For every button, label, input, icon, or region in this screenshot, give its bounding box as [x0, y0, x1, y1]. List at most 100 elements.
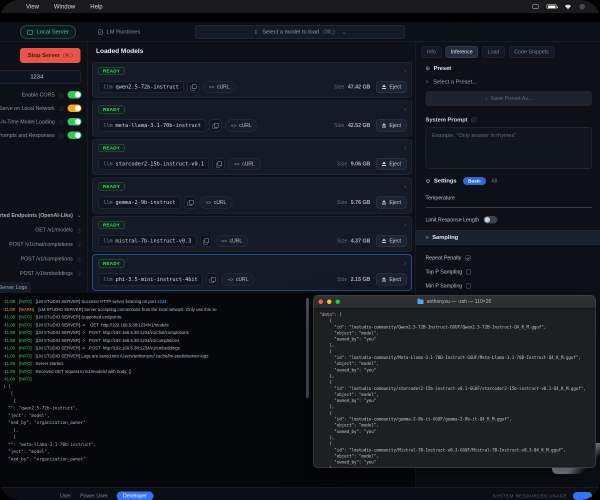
- endpoints-header[interactable]: Supported Endpoints (OpenAI-Like)⌄: [0, 208, 88, 223]
- mode-user[interactable]: User: [60, 493, 71, 499]
- curl-button[interactable]: <>cURL: [222, 274, 255, 286]
- stop-server-button[interactable]: Stop Server (⌘.): [20, 48, 81, 63]
- model-type-label: llm: [104, 84, 113, 90]
- zoom-window-button[interactable]: [336, 300, 341, 305]
- chevron-right-icon: ›: [404, 107, 407, 112]
- model-card-top: READY ›: [99, 105, 407, 114]
- curl-button[interactable]: <>cURL: [215, 235, 248, 247]
- endpoint-item: POST /v1/completionsⓘ: [0, 252, 88, 267]
- tab-info[interactable]: Info: [422, 46, 442, 58]
- toggle-switch[interactable]: [68, 132, 82, 140]
- console-scrollbar[interactable]: [306, 298, 309, 398]
- sampling-option[interactable]: Repeat Penalty: [426, 251, 593, 265]
- server-port-input[interactable]: [0, 70, 81, 84]
- curl-button[interactable]: <>cURL: [228, 158, 261, 170]
- sampling-option[interactable]: Min P Sampling: [426, 279, 593, 293]
- battery-icon[interactable]: [547, 4, 557, 9]
- copy-button[interactable]: [213, 158, 225, 170]
- sampling-option-label: Repeat Penalty: [426, 255, 462, 261]
- settings-icon: ⚙: [426, 178, 431, 185]
- close-window-button[interactable]: [319, 300, 324, 305]
- server-logs-tab[interactable]: Server Logs: [0, 282, 31, 293]
- curl-button[interactable]: <>cURL: [225, 120, 258, 132]
- toggle-switch[interactable]: [68, 91, 82, 99]
- copy-button[interactable]: [187, 81, 199, 93]
- model-name-pill[interactable]: llmqwen2.5-72b-instruct: [99, 81, 184, 93]
- model-name-pill[interactable]: llmstarcoder2-15b-instruct-v0.1: [99, 158, 210, 170]
- eject-button[interactable]: Eject: [376, 235, 407, 247]
- model-card[interactable]: READY›llmmistral-7b-instruct-v0.3<>cURLS…: [92, 216, 412, 252]
- settings-mode-basic[interactable]: Basic: [463, 177, 486, 185]
- settings-mode-all[interactable]: All: [491, 178, 497, 184]
- window-controls: [319, 300, 341, 305]
- status-badge: READY: [99, 183, 125, 191]
- model-type-label: llm: [104, 161, 113, 167]
- model-card[interactable]: READY › llmmeta-llama-3.1-70b-instruct <>cU…: [92, 101, 412, 137]
- minimize-window-button[interactable]: [327, 300, 332, 305]
- sampling-option[interactable]: Top P Sampling: [426, 265, 593, 279]
- model-card[interactable]: READY›llmgemma-2-9b-instruct<>cURLSize5.…: [92, 178, 412, 214]
- log-level: [INFO]: [19, 361, 32, 366]
- model-name-pill[interactable]: llmgemma-2-9b-instruct: [99, 197, 181, 209]
- copy-button[interactable]: [184, 197, 196, 209]
- status-badge: READY: [99, 106, 125, 114]
- toggle-switch[interactable]: [68, 105, 82, 113]
- limit-response-toggle[interactable]: [484, 216, 498, 224]
- close-icon[interactable]: ×: [426, 79, 429, 85]
- model-name-pill[interactable]: llmmeta-llama-3.1-70b-instruct: [99, 120, 206, 132]
- log-level: [INFO]: [19, 353, 32, 358]
- model-loader-shortcut: (⌘L): [323, 29, 335, 35]
- wifi-icon[interactable]: [565, 4, 572, 10]
- resources-badge[interactable]: [573, 492, 592, 500]
- checkbox[interactable]: [466, 270, 471, 275]
- eject-button[interactable]: Eject: [376, 158, 407, 170]
- temperature-slider[interactable]: [426, 207, 593, 208]
- model-loader-dropdown[interactable]: ↧ Select a model to load (⌘L) ⌄: [195, 25, 405, 39]
- copy-button[interactable]: [200, 235, 212, 247]
- model-card[interactable]: READY›llmstarcoder2-15b-instruct-v0.1<>c…: [92, 139, 412, 175]
- menu-item-view[interactable]: View: [26, 3, 39, 10]
- size-value: 2.15 GB: [351, 277, 371, 283]
- tab-load[interactable]: Load: [482, 46, 505, 58]
- mode-power-user[interactable]: Power User: [80, 493, 107, 499]
- chevron-right-icon: ›: [404, 69, 407, 74]
- lm-runtimes-tab[interactable]: LM Runtimes: [98, 26, 140, 39]
- model-name-pill[interactable]: llmmistral-7b-instruct-v0.3: [99, 235, 197, 247]
- curl-button[interactable]: <>cURL: [203, 81, 236, 93]
- endpoint-label: GET /v1/models: [35, 227, 73, 233]
- setting-label: Just-In-Time Model Loading: [0, 119, 55, 125]
- eject-button[interactable]: Eject: [376, 120, 407, 132]
- copy-button[interactable]: [209, 120, 221, 132]
- model-card[interactable]: READY›llmphi-3.5-mini-instruct-4bit<>cUR…: [92, 255, 412, 291]
- terminal-output[interactable]: "data": [ { "id": "lmstudio-community/Qw…: [314, 309, 596, 469]
- tab-code-snippets[interactable]: Code Snippets: [509, 46, 554, 58]
- code-icon: <>: [234, 161, 240, 167]
- curl-label: cURL: [239, 123, 252, 129]
- checkbox[interactable]: [466, 284, 471, 289]
- toggle-switch[interactable]: [68, 118, 82, 126]
- preset-select[interactable]: × Select a Preset...: [426, 79, 478, 85]
- terminal-window[interactable]: anthonyxu — -zsh — 110×26 "data": [ { "i…: [313, 295, 596, 468]
- model-card-bottom: llmmeta-llama-3.1-70b-instruct<>cURLSize…: [99, 119, 407, 132]
- eject-button[interactable]: Eject: [376, 274, 407, 286]
- code-icon: <>: [206, 200, 212, 206]
- save-preset-button[interactable]: ↓ Save Preset As...: [426, 91, 593, 106]
- checkbox[interactable]: [465, 256, 470, 261]
- tab-inference[interactable]: Inference: [445, 46, 478, 58]
- eject-button[interactable]: Eject: [376, 197, 407, 209]
- system-prompt-input[interactable]: [426, 127, 593, 169]
- menu-item-help[interactable]: Help: [90, 3, 102, 10]
- model-name-pill[interactable]: llmphi-3.5-mini-instruct-4bit: [99, 274, 203, 286]
- mode-developer[interactable]: Developer: [117, 491, 154, 500]
- eject-button[interactable]: Eject: [376, 81, 407, 93]
- terminal-titlebar[interactable]: anthonyxu — -zsh — 110×26: [314, 296, 596, 309]
- curl-button[interactable]: <>cURL: [200, 197, 233, 209]
- model-card[interactable]: READY›llmqwen2.5-72b-instruct<>cURLSize4…: [92, 62, 412, 98]
- screen-mirroring-icon[interactable]: [533, 4, 539, 9]
- menu-item-window[interactable]: Window: [54, 3, 75, 10]
- local-server-tab[interactable]: Local Server: [20, 26, 76, 39]
- model-card-bottom: llmgemma-2-9b-instruct<>cURLSize5.76 GBE…: [99, 196, 407, 209]
- control-center-icon[interactable]: [580, 4, 586, 10]
- copy-button[interactable]: [206, 274, 218, 286]
- eject-icon: [381, 200, 386, 205]
